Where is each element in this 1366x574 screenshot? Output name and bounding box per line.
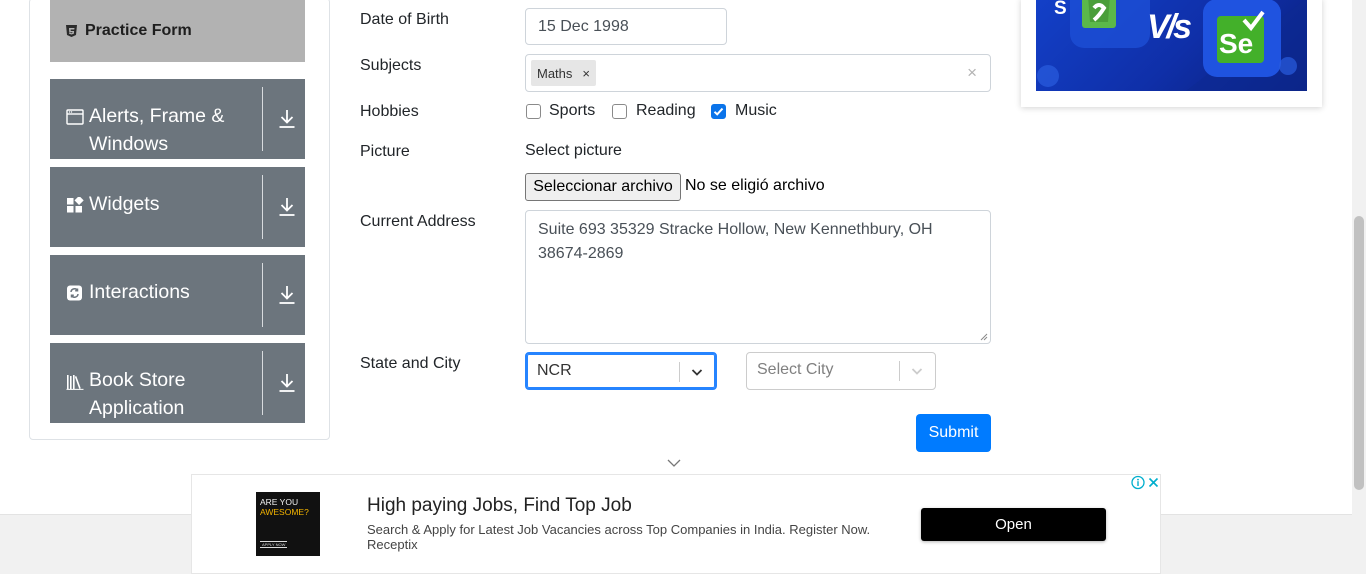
submit-button[interactable]: Submit [916, 414, 991, 452]
sidebar-group-label: Alerts, Frame & [89, 105, 225, 127]
hobby-sports-label[interactable]: Sports [549, 102, 595, 120]
close-icon[interactable] [1146, 475, 1161, 490]
hobby-reading-label[interactable]: Reading [636, 102, 696, 120]
divider [262, 351, 263, 415]
select-divider [679, 362, 680, 382]
address-text: Suite 693 35329 Stracke Hollow, New Kenn… [538, 221, 933, 262]
ad-vs-text: V/s [1147, 8, 1192, 46]
window-icon [66, 109, 84, 125]
sidebar-group-label: Book Store [89, 369, 186, 391]
download-icon[interactable] [278, 285, 296, 305]
ad-banner-bottom[interactable]: ARE YOU AWESOME? APPLY NOW High paying J… [191, 474, 1161, 574]
subject-chip: Maths × [531, 60, 596, 86]
choose-file-button[interactable]: Seleccionar archivo [525, 173, 681, 201]
divider [262, 263, 263, 327]
info-icon[interactable] [1130, 475, 1146, 490]
hobby-reading-checkbox[interactable] [612, 104, 627, 119]
chevron-down-icon[interactable] [910, 364, 924, 378]
book-icon [66, 375, 84, 390]
picture-label: Picture [360, 143, 410, 160]
ad-thumb-line1: ARE YOU [260, 497, 299, 507]
state-city-label: State and City [360, 355, 461, 372]
state-select[interactable]: NCR [525, 352, 717, 390]
sidebar-group-label-line2: Windows [89, 133, 169, 155]
ad-open-button[interactable]: Open [921, 508, 1106, 541]
sidebar-group-alerts-frame-windows[interactable]: Alerts, Frame & Windows [50, 79, 305, 159]
chevron-down-icon[interactable] [667, 458, 681, 468]
hobby-music-label[interactable]: Music [735, 102, 777, 120]
html5-icon [66, 25, 77, 37]
city-select[interactable]: Select City [746, 352, 936, 390]
sidebar-group-widgets[interactable]: Widgets [50, 167, 305, 247]
address-label: Current Address [360, 213, 476, 230]
sidebar-item-label: Practice Form [85, 22, 192, 39]
ad-title[interactable]: High paying Jobs, Find Top Job [367, 495, 632, 517]
chevron-down-icon[interactable] [690, 365, 704, 379]
ad-thumbnail: ARE YOU AWESOME? APPLY NOW [256, 492, 320, 556]
sidebar-item-practice-form[interactable]: Practice Form [50, 0, 305, 62]
current-address-textarea[interactable]: Suite 693 35329 Stracke Hollow, New Kenn… [525, 210, 991, 344]
hobby-music-checkbox[interactable] [711, 104, 726, 119]
sidebar-group-label-line2: Application [89, 397, 185, 419]
sidebar-group-label: Interactions [89, 281, 190, 303]
remove-subject-icon[interactable]: × [582, 66, 590, 81]
download-icon[interactable] [278, 197, 296, 217]
ad-se-letter: S [1054, 0, 1067, 19]
subjects-input[interactable]: Maths × × [525, 54, 991, 92]
download-icon[interactable] [278, 109, 296, 129]
widgets-icon [67, 197, 84, 213]
ad-brand: Receptix [367, 537, 418, 552]
download-icon[interactable] [278, 373, 296, 393]
dob-label: Date of Birth [360, 11, 449, 28]
sidebar-group-label: Widgets [89, 193, 160, 215]
divider [262, 87, 263, 151]
sidebar-group-book-store[interactable]: Book Store Application [50, 343, 305, 423]
clear-subjects-icon[interactable]: × [967, 63, 977, 83]
state-value: NCR [537, 362, 572, 379]
ad-selenium-text: Se [1219, 28, 1254, 59]
scrollbar-thumb[interactable] [1354, 216, 1364, 490]
hobbies-label: Hobbies [360, 103, 419, 120]
city-placeholder: Select City [757, 361, 834, 378]
sidebar-group-interactions[interactable]: Interactions [50, 255, 305, 335]
ad-banner-right[interactable]: S V/s Se [1021, 0, 1322, 107]
file-status-text: No se eligió archivo [685, 177, 825, 194]
select-picture-text: Select picture [525, 142, 622, 159]
divider [262, 175, 263, 239]
interactions-icon [67, 285, 82, 301]
ad-image: S V/s Se [1036, 0, 1307, 91]
ad-thumb-line2: AWESOME? [260, 507, 309, 517]
ad-description: Search & Apply for Latest Job Vacancies … [367, 522, 871, 537]
select-divider [899, 361, 900, 381]
check-icon [713, 107, 724, 116]
resize-handle-icon[interactable] [980, 333, 988, 341]
subject-chip-label: Maths [537, 65, 573, 81]
subjects-label: Subjects [360, 57, 422, 74]
dob-input[interactable]: 15 Dec 1998 [525, 8, 727, 45]
ad-thumb-line3: APPLY NOW [260, 541, 288, 548]
hobby-sports-checkbox[interactable] [526, 104, 541, 119]
